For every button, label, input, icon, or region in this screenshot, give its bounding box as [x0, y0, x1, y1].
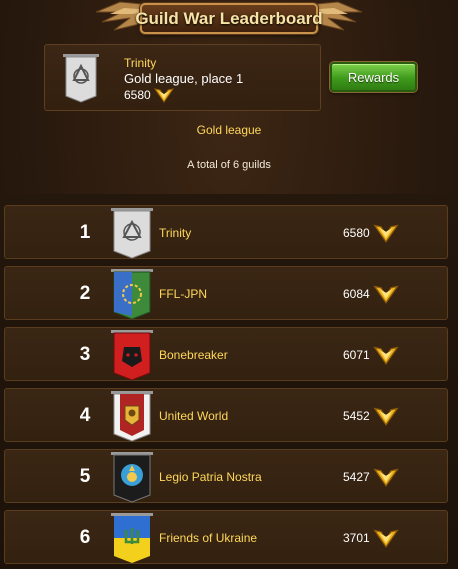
title-plate: Guild War Leaderboard	[135, 3, 323, 34]
rank-number: 5	[79, 466, 91, 487]
rank-number: 3	[79, 344, 91, 365]
guild-score: 5452	[343, 409, 370, 423]
guild-name: Trinity	[159, 226, 192, 240]
guild-score-row: 6071	[343, 328, 399, 382]
trophy-wings-icon	[373, 407, 399, 426]
leaderboard-row[interactable]: 4 United World 5452	[4, 388, 448, 442]
rewards-button[interactable]: Rewards	[330, 62, 417, 92]
my-guild-score: 6580	[124, 88, 151, 102]
leaderboard-row[interactable]: 5 Legio Patria Nostra 5427	[4, 449, 448, 503]
header: Guild War Leaderboard	[0, 0, 458, 40]
guild-score-row: 3701	[343, 511, 399, 565]
triquetra-icon	[63, 54, 99, 103]
leaderboard-row[interactable]: 1 Trinity 6580	[4, 205, 448, 259]
guild-name: Legio Patria Nostra	[159, 470, 262, 484]
rewards-button-label: Rewards	[347, 69, 400, 85]
triquetra-icon	[111, 208, 153, 259]
trident-icon	[111, 513, 153, 563]
my-guild-score-row: 6580	[124, 87, 174, 103]
trophy-wings-icon	[373, 346, 399, 365]
trophy-wings-icon	[373, 529, 399, 548]
my-guild-name: Trinity	[124, 56, 157, 70]
trophy-wings-icon	[153, 88, 174, 103]
rank-number: 4	[79, 405, 91, 426]
beast-head-icon	[111, 330, 153, 381]
rank-number: 2	[79, 283, 91, 304]
total-guilds-label: A total of 6 guilds	[187, 159, 271, 171]
trophy-wings-icon	[373, 285, 399, 304]
guild-name: United World	[159, 409, 229, 423]
guild-name: Bonebreaker	[159, 348, 228, 362]
laurel-wreath-icon	[111, 269, 153, 320]
guild-score: 6084	[343, 287, 370, 301]
guild-name: FFL-JPN	[159, 287, 207, 301]
rank-number: 6	[79, 527, 91, 548]
guild-score-row: 6084	[343, 267, 399, 321]
guild-name: Friends of Ukraine	[159, 531, 258, 545]
my-guild-place: Gold league, place 1	[124, 71, 244, 86]
leaderboard-row[interactable]: 6 Friends of Ukraine 3701	[4, 510, 448, 564]
leaderboard-row[interactable]: 3 Bonebreaker 6071	[4, 327, 448, 381]
trophy-wings-icon	[373, 468, 399, 487]
league-label: Gold league	[196, 123, 262, 137]
page-title: Guild War Leaderboard	[135, 8, 323, 28]
guild-score: 3701	[343, 531, 370, 545]
rank-number: 1	[79, 222, 91, 243]
guild-score: 5427	[343, 470, 370, 484]
lion-shield-icon	[111, 391, 153, 442]
leaderboard-row[interactable]: 2 FFL-JPN 6084	[4, 266, 448, 320]
trophy-wings-icon	[373, 224, 399, 243]
guild-score-row: 5452	[343, 389, 399, 443]
my-guild-panel: Trinity Gold league, place 1 6580	[44, 44, 321, 111]
grenade-icon	[111, 452, 153, 503]
guild-score-row: 5427	[343, 450, 399, 504]
guild-score: 6071	[343, 348, 370, 362]
guild-score-row: 6580	[343, 206, 399, 260]
guild-score: 6580	[343, 226, 370, 240]
